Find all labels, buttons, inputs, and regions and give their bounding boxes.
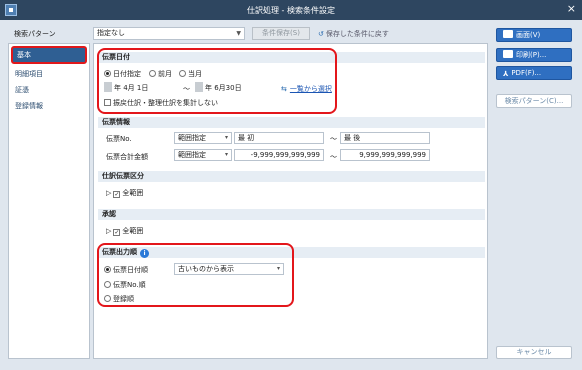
journal-category-all-checkbox[interactable]: ▷ ✓ 全範囲 <box>106 188 143 198</box>
screen-button-label: 画面(V) <box>516 31 541 39</box>
chevron-down-icon: ▾ <box>224 134 228 141</box>
cancel-button[interactable]: キャンセル <box>496 346 572 359</box>
journal-category-all-label: 全範囲 <box>122 189 144 197</box>
chevron-down-icon: ▾ <box>224 151 228 158</box>
voucher-no-to-value: 最 後 <box>344 134 361 142</box>
undo-icon: ↺ <box>318 30 324 38</box>
title-bar: 仕訳処理 - 検索条件設定 × <box>0 0 582 20</box>
voucher-total-mode-select[interactable]: 範囲指定 ▾ <box>174 149 232 161</box>
search-pattern-value: 指定なし <box>97 29 125 37</box>
nav-item-evidence[interactable]: 証憑 <box>9 82 89 98</box>
voucher-total-label: 伝票合計金額 <box>106 153 148 161</box>
category-nav: 基本 明細項目 証憑 登録情報 <box>8 43 90 359</box>
checkbox-checked-icon: ✓ <box>113 191 121 198</box>
window-title: 仕訳処理 - 検索条件設定 <box>247 6 335 15</box>
voucher-no-label: 伝票No. <box>106 135 132 143</box>
close-icon[interactable]: × <box>567 2 576 15</box>
voucher-no-mode-select[interactable]: 範囲指定 ▾ <box>174 132 232 144</box>
voucher-total-from-field[interactable]: -9,999,999,999,999 <box>234 149 324 161</box>
search-pattern-row: 検索パターン 指定なし ▼ 条件保存(S) ↺ 保存した条件に戻す <box>0 22 488 44</box>
save-condition-button[interactable]: 条件保存(S) <box>252 27 310 40</box>
voucher-no-from-field[interactable]: 最 初 <box>234 132 324 144</box>
monitor-icon <box>503 30 513 38</box>
approval-title: 承認 <box>98 209 485 220</box>
voucher-no-to-field[interactable]: 最 後 <box>340 132 430 144</box>
voucher-total-tilde: ～ <box>330 153 337 161</box>
voucher-info-title: 伝票情報 <box>98 117 485 128</box>
voucher-no-from-value: 最 初 <box>238 134 255 142</box>
restore-condition-link[interactable]: ↺ 保存した条件に戻す <box>318 29 389 39</box>
order-highlight-box <box>97 243 294 307</box>
expand-icon[interactable]: ▷ <box>106 227 111 235</box>
date-highlight-box <box>97 48 337 114</box>
printer-icon <box>503 50 513 58</box>
nav-item-registration[interactable]: 登録情報 <box>9 98 89 114</box>
pdf-button-label: PDF(F)... <box>511 69 542 77</box>
expand-icon[interactable]: ▷ <box>106 189 111 197</box>
journal-category-title: 仕訳伝票区分 <box>98 171 485 182</box>
chevron-down-icon: ▼ <box>236 30 241 37</box>
voucher-no-mode-value: 範囲指定 <box>178 134 206 142</box>
search-pattern-select[interactable]: 指定なし ▼ <box>93 27 245 40</box>
checkbox-checked-icon: ✓ <box>113 229 121 236</box>
nav-item-basic[interactable]: 基本 <box>11 46 87 64</box>
voucher-total-mode-value: 範囲指定 <box>178 151 206 159</box>
print-button[interactable]: 印刷(P)... <box>496 48 572 62</box>
pdf-icon: ⅄ <box>503 70 509 78</box>
voucher-total-to-field[interactable]: 9,999,999,999,999 <box>340 149 430 161</box>
pdf-button[interactable]: ⅄ PDF(F)... <box>496 66 572 80</box>
approval-all-label: 全範囲 <box>122 227 144 235</box>
search-pattern-button[interactable]: 検索パターン(C)... <box>496 94 572 108</box>
restore-condition-label: 保存した条件に戻す <box>325 30 389 38</box>
search-pattern-label: 検索パターン <box>14 30 56 38</box>
screen-button[interactable]: 画面(V) <box>496 28 572 42</box>
condition-panel: 伝票日付 日付指定 前月 当月 年 4月 1日 ～ 年 6月30日 ⇆ 一覧から選… <box>93 43 488 359</box>
voucher-no-tilde: ～ <box>330 135 337 143</box>
print-button-label: 印刷(P)... <box>516 51 547 59</box>
approval-all-checkbox[interactable]: ▷ ✓ 全範囲 <box>106 226 143 236</box>
nav-item-detail[interactable]: 明細項目 <box>9 66 89 82</box>
